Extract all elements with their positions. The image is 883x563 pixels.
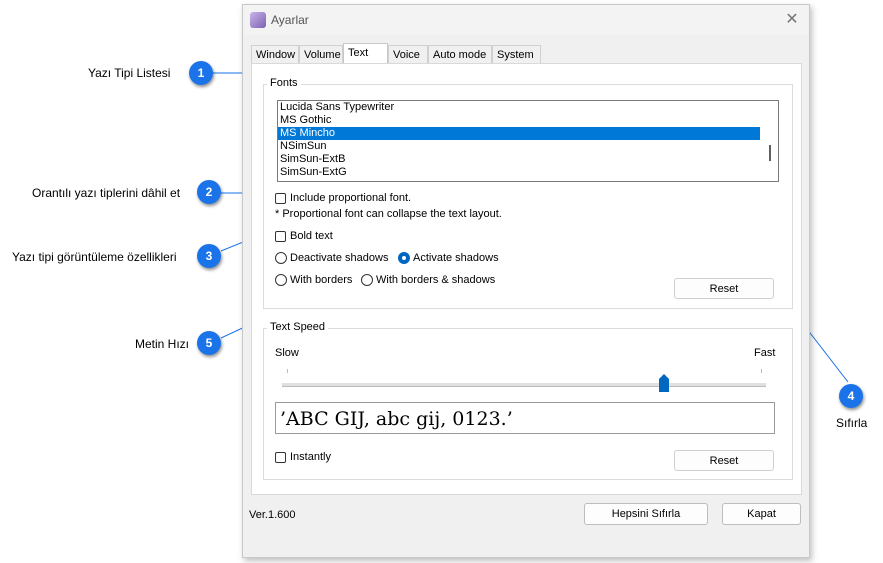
proportional-note: * Proportional font can collapse the tex…: [275, 208, 502, 220]
slider-tick: [761, 369, 762, 373]
with-borders-radio[interactable]: With borders: [275, 274, 352, 286]
text-speed-group-title: Text Speed: [267, 321, 329, 333]
radio-button[interactable]: [275, 252, 287, 264]
callout-badge-5: 5: [197, 331, 221, 355]
callout-badge-2: 2: [197, 180, 221, 204]
with-borders-shadows-radio[interactable]: With borders & shadows: [361, 274, 495, 286]
fonts-reset-button[interactable]: Reset: [674, 278, 774, 299]
slider-tick: [287, 369, 288, 373]
tab-voice[interactable]: Voice: [388, 45, 428, 63]
include-proportional-checkbox[interactable]: Include proportional font.: [275, 192, 411, 204]
checkbox-box[interactable]: [275, 192, 286, 204]
tab-volume[interactable]: Volume: [299, 45, 343, 63]
with-borders-label: With borders: [290, 274, 353, 286]
font-list-item-selected[interactable]: MS Mincho: [278, 127, 760, 140]
font-list-scrollbar[interactable]: [762, 101, 778, 181]
fonts-group-title: Fonts: [267, 77, 301, 89]
callout-label-5: Metin Hızı: [135, 337, 190, 351]
bold-text-checkbox[interactable]: Bold text: [275, 230, 333, 242]
callout-badge-3: 3: [197, 244, 221, 268]
instantly-label: Instantly: [290, 451, 331, 463]
activate-shadows-radio[interactable]: Activate shadows: [398, 252, 499, 264]
activate-shadows-label: Activate shadows: [413, 252, 499, 264]
reset-all-button[interactable]: Hepsini Sıfırla: [584, 503, 708, 525]
text-speed-slider-thumb[interactable]: [659, 374, 670, 392]
slow-label: Slow: [275, 347, 299, 359]
callout-label-2: Orantılı yazı tiplerini dâhil et: [32, 186, 181, 200]
text-settings-panel: Fonts Lucida Sans Typewriter MS Gothic M…: [251, 63, 802, 495]
text-speed-slider-track[interactable]: [282, 383, 766, 387]
fast-label: Fast: [754, 347, 776, 359]
font-list-item[interactable]: SimSun-ExtG: [278, 166, 760, 179]
font-listbox[interactable]: Lucida Sans Typewriter MS Gothic MS Minc…: [277, 100, 779, 182]
radio-button-selected[interactable]: [398, 252, 410, 264]
with-borders-shadows-label: With borders & shadows: [376, 274, 496, 286]
callout-label-3: Yazı tipi görüntüleme özellikleri: [12, 250, 177, 264]
close-icon[interactable]: ✕: [781, 9, 803, 31]
tab-window[interactable]: Window: [251, 45, 299, 63]
radio-button[interactable]: [275, 274, 287, 286]
title-bar[interactable]: Ayarlar ✕: [243, 5, 809, 35]
tab-text[interactable]: Text: [343, 43, 388, 64]
settings-window: Ayarlar ✕ Window Volume Text Voice Auto …: [242, 4, 810, 558]
deactivate-shadows-radio[interactable]: Deactivate shadows: [275, 252, 388, 264]
include-proportional-label: Include proportional font.: [290, 192, 412, 204]
checkbox-box[interactable]: [275, 451, 286, 463]
speed-reset-button[interactable]: Reset: [674, 450, 774, 471]
text-preview-box: ’ABC GIJ, abc gij, 0123.’: [275, 402, 775, 434]
font-list-item[interactable]: NSimSun: [278, 140, 760, 153]
close-button[interactable]: Kapat: [722, 503, 801, 525]
callout-badge-4: 4: [839, 384, 863, 408]
font-list-item[interactable]: Lucida Sans Typewriter: [278, 101, 760, 114]
app-icon: [250, 12, 266, 28]
deactivate-shadows-label: Deactivate shadows: [290, 252, 389, 264]
instantly-checkbox[interactable]: Instantly: [275, 451, 331, 463]
version-label: Ver.1.600: [249, 509, 296, 521]
checkbox-box[interactable]: [275, 230, 286, 242]
callout-label-4: Sıfırla: [836, 416, 868, 430]
window-title: Ayarlar: [271, 13, 309, 27]
callout-label-1: Yazı Tipi Listesi: [88, 66, 171, 80]
tab-auto-mode[interactable]: Auto mode: [428, 45, 492, 63]
font-list-item[interactable]: SimSun-ExtB: [278, 153, 760, 166]
bold-text-label: Bold text: [290, 230, 333, 242]
font-list-item[interactable]: MS Gothic: [278, 114, 760, 127]
font-list-scroll-thumb[interactable]: [769, 145, 771, 161]
radio-button[interactable]: [361, 274, 373, 286]
tab-system[interactable]: System: [492, 45, 541, 63]
callout-badge-1: 1: [189, 61, 213, 85]
